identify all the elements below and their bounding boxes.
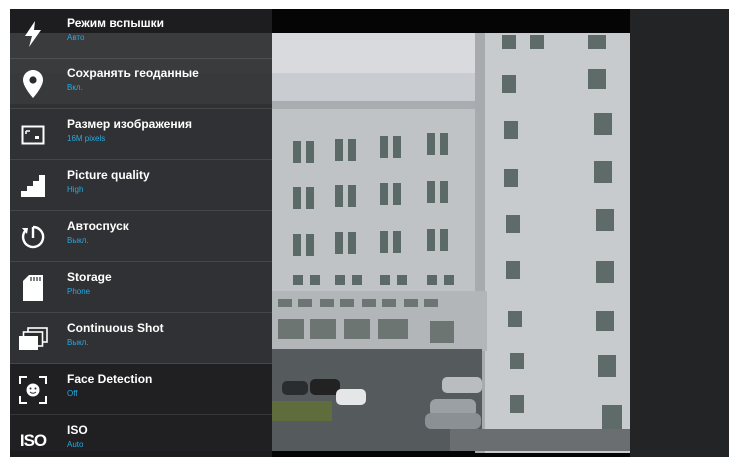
flash-icon [16, 17, 50, 51]
setting-value: Phone [67, 287, 91, 296]
setting-title: Face Detection [67, 372, 153, 386]
camera-controls-panel [630, 9, 729, 457]
setting-title: Storage [67, 270, 112, 284]
setting-flash-mode[interactable]: Режим вспышки Авто [10, 9, 272, 59]
iso-icon: ISO [16, 424, 50, 457]
iso-icon-text: ISO [19, 431, 47, 450]
setting-face-detection[interactable]: Face Detection Off [10, 365, 272, 415]
setting-title: ISO [67, 423, 88, 437]
setting-image-size[interactable]: Размер изображения 16M pixels [10, 110, 272, 160]
setting-picture-quality[interactable]: Picture quality High [10, 161, 272, 211]
setting-value: Auto [67, 440, 84, 449]
setting-continuous-shot[interactable]: Continuous Shot Выкл. [10, 314, 272, 364]
picture-quality-icon [16, 169, 50, 203]
setting-title: Режим вспышки [67, 16, 164, 30]
setting-value: Вкл. [67, 83, 83, 92]
setting-iso[interactable]: ISO ISO Auto [10, 416, 272, 457]
setting-value: Авто [67, 33, 85, 42]
setting-self-timer[interactable]: Автоспуск Выкл. [10, 212, 272, 262]
face-detection-icon [16, 373, 50, 407]
continuous-shot-icon [16, 322, 50, 356]
camera-settings-menu: Режим вспышки Авто Сохранять геоданные В… [10, 9, 272, 457]
camera-screen: Режим вспышки Авто Сохранять геоданные В… [10, 9, 729, 457]
setting-value: Выкл. [67, 338, 89, 347]
setting-save-location[interactable]: Сохранять геоданные Вкл. [10, 59, 272, 109]
setting-storage[interactable]: Storage Phone [10, 263, 272, 313]
setting-value: 16M pixels [67, 134, 106, 143]
setting-title: Сохранять геоданные [67, 66, 199, 80]
self-timer-icon [16, 220, 50, 254]
image-size-icon [16, 118, 50, 152]
location-pin-icon [16, 67, 50, 101]
setting-value: High [67, 185, 84, 194]
sd-card-icon [16, 271, 50, 305]
setting-value: Off [67, 389, 78, 398]
setting-value: Выкл. [67, 236, 89, 245]
setting-title: Continuous Shot [67, 321, 164, 335]
setting-title: Автоспуск [67, 219, 129, 233]
setting-title: Picture quality [67, 168, 150, 182]
setting-title: Размер изображения [67, 117, 192, 131]
